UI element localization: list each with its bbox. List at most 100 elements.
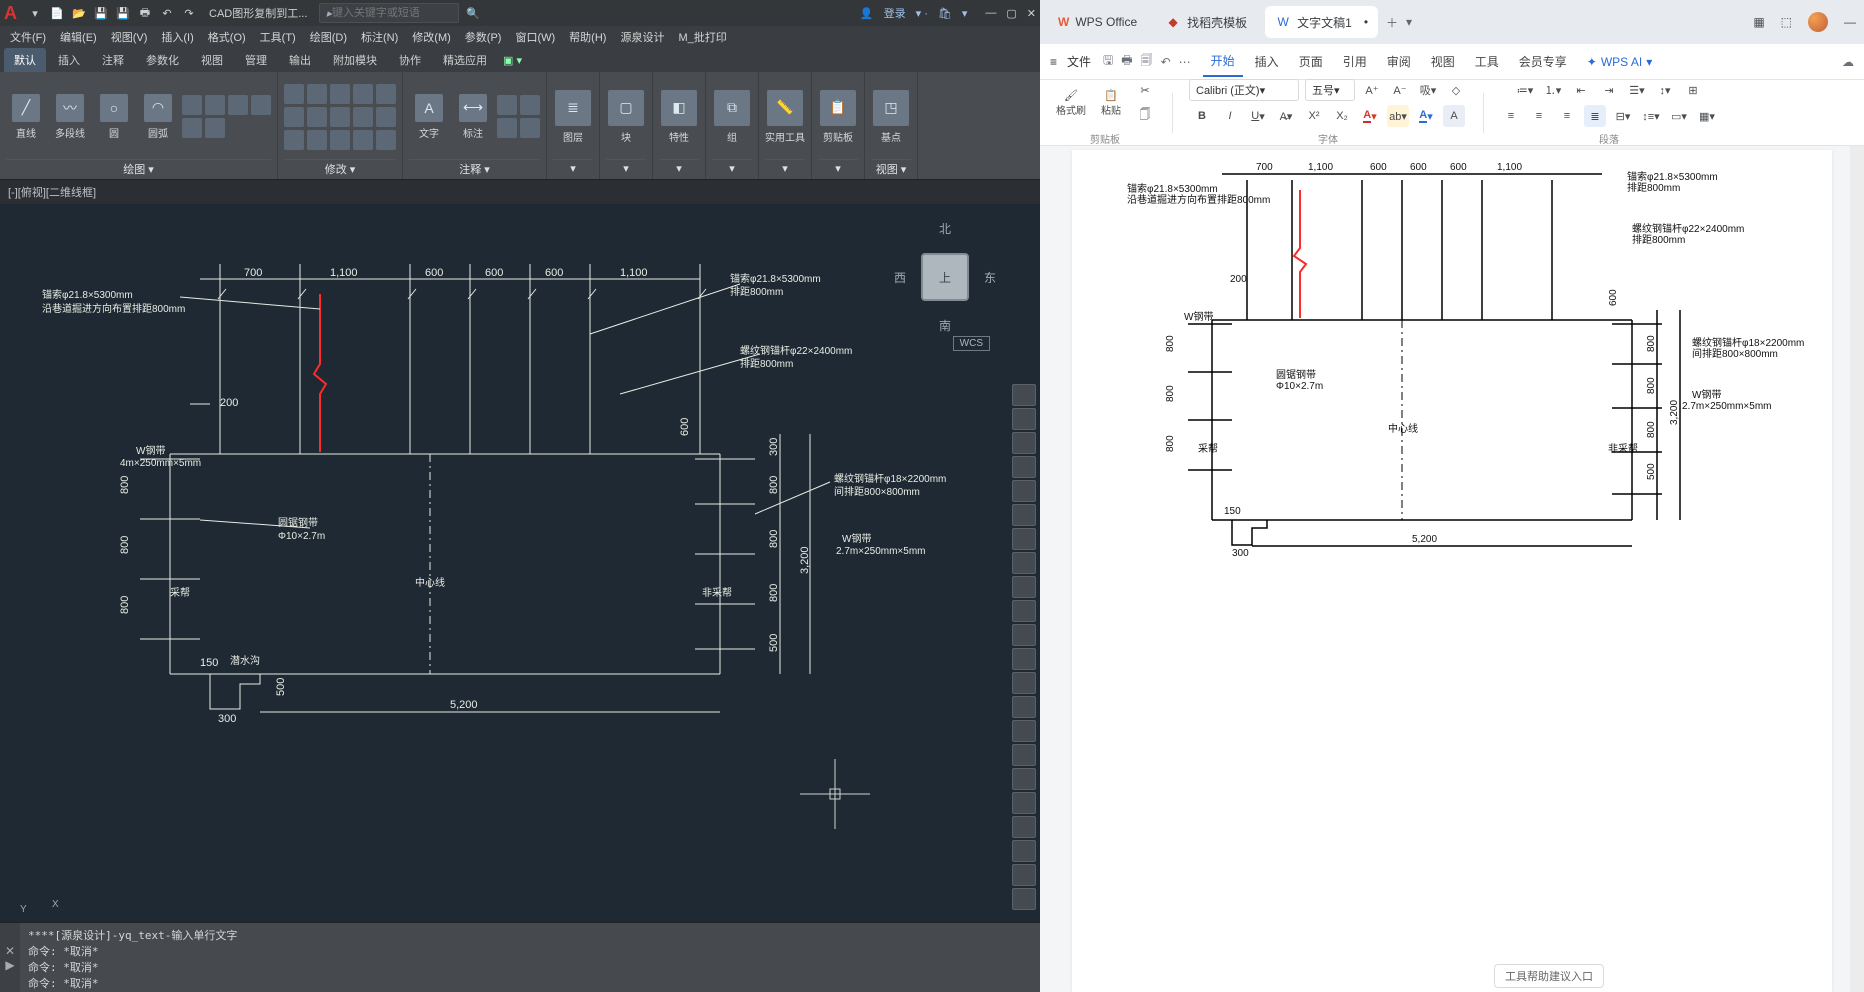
menu-format[interactable]: 格式(O) — [208, 29, 246, 45]
nav-t7[interactable] — [1012, 528, 1036, 550]
draw-grid-5[interactable] — [182, 118, 202, 138]
maximize-icon[interactable]: ▢ — [1006, 7, 1016, 20]
numbering-icon[interactable]: ⒈▾ — [1542, 79, 1564, 101]
tab-output[interactable]: 输出 — [279, 48, 321, 72]
redo-icon[interactable]: ↷ — [181, 5, 197, 21]
panel-group-title[interactable]: ▾ — [712, 159, 752, 177]
wps-cloud-icon[interactable]: ☁ — [1842, 55, 1854, 69]
wps-template-tab[interactable]: ◆找稻壳模板 — [1155, 6, 1257, 38]
wps-doc-tab[interactable]: W文字文稿1• — [1265, 6, 1378, 38]
base-button[interactable]: ◳基点 — [871, 90, 911, 144]
nav-t16[interactable] — [1012, 744, 1036, 766]
viewcube[interactable]: 上 北 南 东 西 — [890, 222, 1000, 332]
nav-t10[interactable] — [1012, 600, 1036, 622]
wps-menu-icon[interactable]: ≡ — [1050, 55, 1057, 69]
indent-icon[interactable]: ⇥ — [1598, 79, 1620, 101]
utilities-button[interactable]: 📏实用工具 — [765, 90, 805, 144]
subscript-icon[interactable]: X₂ — [1331, 105, 1353, 127]
group-button[interactable]: ⧉组 — [712, 90, 752, 144]
menu-insert[interactable]: 插入(I) — [161, 29, 193, 45]
qat-dd-icon[interactable]: ▾ · — [916, 7, 928, 20]
text-effects-icon[interactable]: 吸▾ — [1417, 79, 1439, 101]
nav-t9[interactable] — [1012, 576, 1036, 598]
wps-grid-icon[interactable]: ▦ — [1753, 15, 1764, 29]
panel-block-title[interactable]: ▾ — [606, 159, 646, 177]
border-icon[interactable]: ▦▾ — [1696, 105, 1718, 127]
menu-window[interactable]: 窗口(W) — [515, 29, 555, 45]
nav-t17[interactable] — [1012, 768, 1036, 790]
rotate-button[interactable] — [307, 84, 327, 104]
join-button[interactable] — [376, 130, 396, 150]
stretch-button[interactable] — [284, 130, 304, 150]
saveas-icon[interactable]: 💾 — [115, 5, 131, 21]
size-select[interactable]: 五号 ▾ — [1305, 79, 1355, 101]
wps-m-start[interactable]: 开始 — [1203, 46, 1243, 77]
format-brush[interactable]: 🖌格式刷 — [1054, 84, 1088, 122]
wps-print-icon[interactable]: 🖶 — [1121, 51, 1132, 72]
explode-button[interactable] — [376, 107, 396, 127]
wps-m-tools[interactable]: 工具 — [1467, 47, 1507, 76]
italic-icon[interactable]: I — [1219, 105, 1241, 127]
tab-annotate[interactable]: 注释 — [92, 48, 134, 72]
grow-font-icon[interactable]: A⁺ — [1361, 79, 1383, 101]
wps-m-review[interactable]: 审阅 — [1379, 47, 1419, 76]
nav-t19[interactable] — [1012, 816, 1036, 838]
tab-manage[interactable]: 管理 — [235, 48, 277, 72]
viewcube-top[interactable]: 上 — [923, 255, 967, 299]
menu-help[interactable]: 帮助(H) — [569, 29, 606, 45]
menu-params[interactable]: 参数(P) — [465, 29, 502, 45]
move-button[interactable] — [284, 84, 304, 104]
viewport-label[interactable]: [-][俯视][二维线框] — [0, 180, 1040, 204]
clipboard-button[interactable]: 📋剪贴板 — [818, 90, 858, 144]
tab-expand-icon[interactable]: ▣ ▾ — [503, 54, 522, 67]
sort-icon[interactable]: ☰▾ — [1626, 79, 1648, 101]
align-center-icon[interactable]: ≡ — [1528, 105, 1550, 127]
table-button[interactable] — [520, 95, 540, 115]
align-left-icon[interactable]: ≡ — [1500, 105, 1522, 127]
nav-compass[interactable] — [1012, 384, 1036, 406]
draw-grid-2[interactable] — [205, 95, 225, 115]
draw-grid-1[interactable] — [182, 95, 202, 115]
font-select[interactable]: Calibri (正文) ▾ — [1189, 79, 1299, 101]
block-button[interactable]: ▢块 — [606, 90, 646, 144]
open-icon[interactable]: 📂 — [71, 5, 87, 21]
wps-avatar[interactable] — [1808, 12, 1828, 32]
minimize-icon[interactable]: — — [985, 7, 996, 20]
undo-icon[interactable]: ↶ — [159, 5, 175, 21]
dimension-button[interactable]: ⟷标注 — [453, 94, 493, 140]
nav-t21[interactable] — [1012, 864, 1036, 886]
mirror-button[interactable] — [307, 107, 327, 127]
line-button[interactable]: ╱直线 — [6, 94, 46, 140]
cmd-output[interactable]: ****[源泉设计]-yq_text-输入单行文字 命令: *取消* 命令: *… — [20, 923, 1040, 992]
tab-default[interactable]: 默认 — [4, 48, 46, 72]
wps-file[interactable]: 文件 — [1067, 53, 1091, 70]
wcs-tag[interactable]: WCS — [953, 336, 990, 351]
menu-edit[interactable]: 编辑(E) — [60, 29, 97, 45]
outdent-icon[interactable]: ⇤ — [1570, 79, 1592, 101]
scale-button[interactable] — [307, 130, 327, 150]
save-icon[interactable]: 💾 — [93, 5, 109, 21]
nav-t15[interactable] — [1012, 720, 1036, 742]
tab-collab[interactable]: 协作 — [389, 48, 431, 72]
nav-orbit[interactable] — [1012, 456, 1036, 478]
draw-grid-3[interactable] — [228, 95, 248, 115]
nav-t13[interactable] — [1012, 672, 1036, 694]
nav-t22[interactable] — [1012, 888, 1036, 910]
layer-button[interactable]: ≣图层 — [553, 90, 593, 144]
nav-t6[interactable] — [1012, 504, 1036, 526]
menu-file[interactable]: 文件(F) — [10, 29, 46, 45]
nav-t12[interactable] — [1012, 648, 1036, 670]
menu-view[interactable]: 视图(V) — [111, 29, 148, 45]
close-icon[interactable]: ✕ — [1027, 7, 1036, 20]
shading-icon[interactable]: ▭▾ — [1668, 105, 1690, 127]
menu-dim[interactable]: 标注(N) — [361, 29, 398, 45]
login-link[interactable]: 登录 — [884, 5, 906, 21]
panel-util-title[interactable]: ▾ — [765, 159, 805, 177]
wps-preview-icon[interactable]: 🗐 — [1141, 51, 1153, 72]
text-button[interactable]: A文字 — [409, 94, 449, 140]
panel-view-title[interactable]: 视图 ▾ — [871, 159, 911, 177]
search-box[interactable]: ▸ — [319, 3, 459, 23]
offset-button[interactable] — [353, 130, 373, 150]
nav-t18[interactable] — [1012, 792, 1036, 814]
wps-m-insert[interactable]: 插入 — [1247, 47, 1287, 76]
